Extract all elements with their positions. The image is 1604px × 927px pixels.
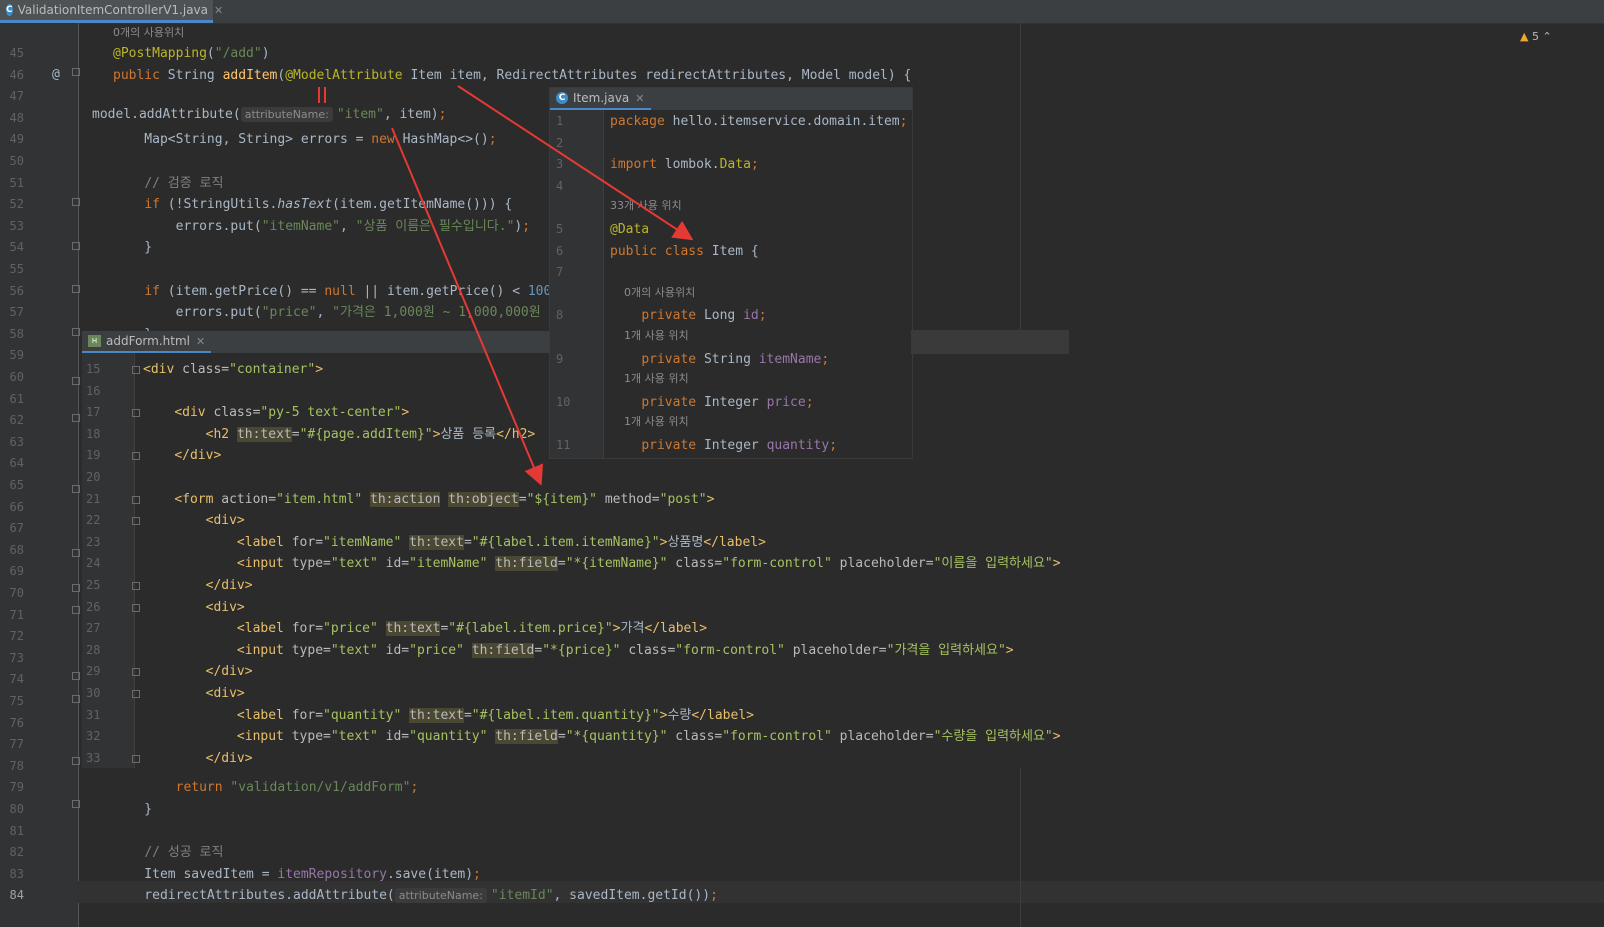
arrow-to-item-class	[457, 85, 694, 241]
annotation-arrows	[391, 85, 694, 486]
arrow-to-th-object	[391, 127, 544, 486]
